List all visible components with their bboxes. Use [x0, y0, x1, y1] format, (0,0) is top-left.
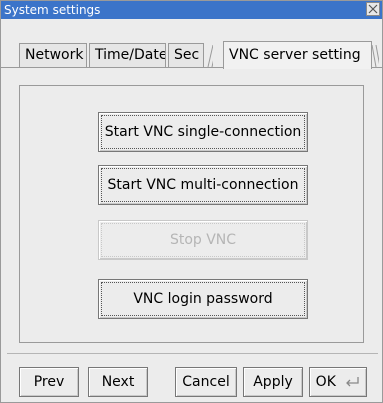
- enter-icon: [346, 377, 359, 387]
- focus-ring: [101, 168, 305, 202]
- focus-ring: [101, 223, 305, 257]
- title-bar: System settings: [1, 1, 382, 19]
- tab-security[interactable]: Sec: [168, 43, 204, 67]
- ok-button[interactable]: OK: [309, 367, 367, 397]
- prev-button[interactable]: Prev: [19, 367, 79, 397]
- footer-divider: [7, 353, 378, 354]
- apply-button[interactable]: Apply: [243, 367, 303, 397]
- tab-scroll-separator-icon: [371, 45, 379, 67]
- button-label: OK: [315, 374, 336, 390]
- close-icon: [368, 4, 378, 14]
- close-button[interactable]: [366, 2, 380, 16]
- tab-label: Time/Date: [95, 47, 166, 63]
- focus-ring: [101, 115, 305, 149]
- settings-window: System settings Network Time/Date Sec VN…: [0, 0, 383, 403]
- focus-ring: [101, 282, 305, 316]
- tab-label: VNC server setting: [229, 47, 361, 63]
- tab-label: Network: [25, 47, 84, 63]
- vnc-login-password-button[interactable]: VNC login password: [98, 279, 308, 319]
- button-label: Next: [101, 374, 135, 390]
- tab-bar: Network Time/Date Sec VNC server setting: [1, 41, 382, 71]
- tab-scroll-separator-icon: [207, 45, 213, 67]
- start-vnc-single-button[interactable]: Start VNC single-connection: [98, 112, 308, 152]
- start-vnc-multi-button[interactable]: Start VNC multi-connection: [98, 165, 308, 205]
- tab-network[interactable]: Network: [19, 43, 87, 67]
- button-label: Prev: [33, 374, 65, 390]
- button-label: Apply: [253, 374, 293, 390]
- tab-vnc-server-setting[interactable]: VNC server setting: [223, 41, 372, 69]
- next-button[interactable]: Next: [88, 367, 148, 397]
- tab-time-date[interactable]: Time/Date: [89, 43, 166, 67]
- tab-label: Sec: [174, 47, 200, 63]
- button-label: Cancel: [182, 374, 230, 390]
- cancel-button[interactable]: Cancel: [175, 367, 237, 397]
- window-title: System settings: [4, 3, 101, 17]
- stop-vnc-button[interactable]: Stop VNC: [98, 220, 308, 260]
